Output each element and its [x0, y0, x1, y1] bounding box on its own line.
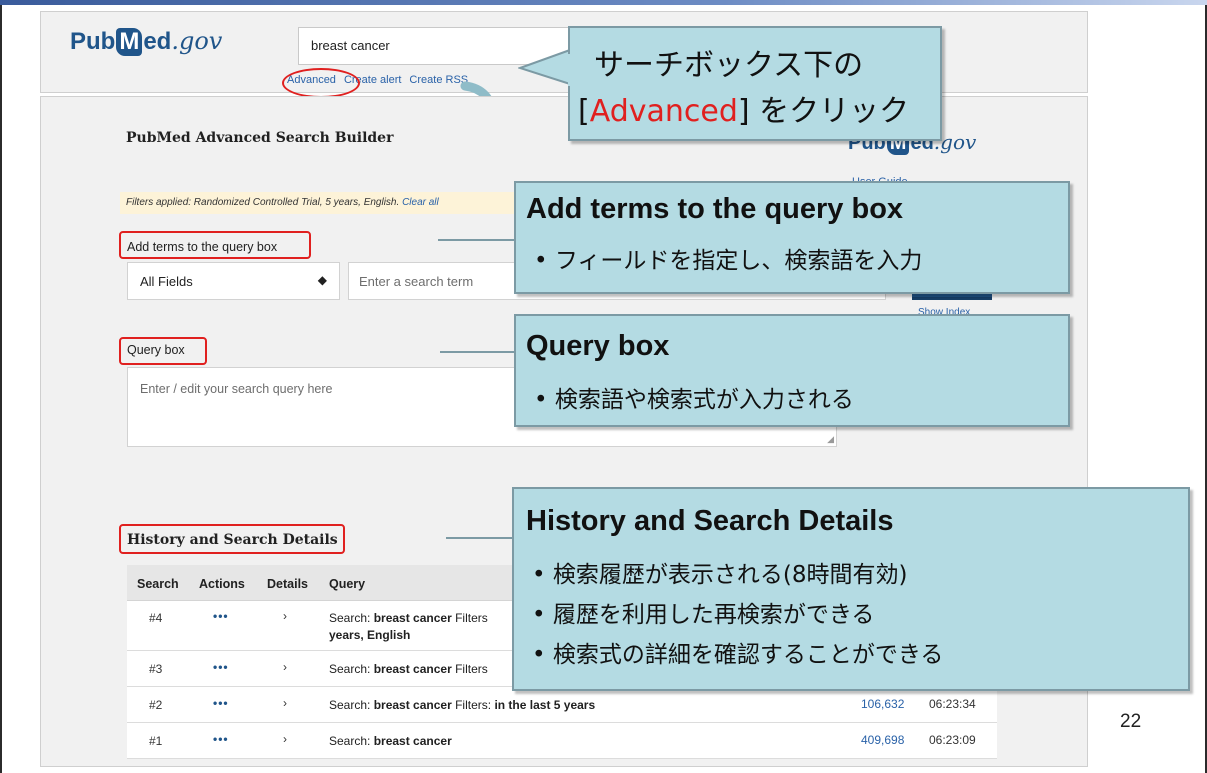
history-highlight: [119, 524, 345, 554]
row-number: #2: [149, 698, 163, 712]
filters-value: in the last 5 years: [494, 698, 596, 712]
actions-menu-icon[interactable]: •••: [213, 609, 229, 623]
callout-history-bullet: • 検索履歴が表示される(8時間有効): [532, 562, 908, 588]
column-query: Query: [329, 577, 366, 591]
query-prefix: Search:: [329, 611, 371, 625]
row-number: #4: [149, 611, 163, 625]
query-box-highlight: [119, 337, 207, 365]
callout-advanced: サーチボックス下の [Advanced] をクリック: [568, 26, 942, 141]
logo-mark-icon: M: [116, 28, 143, 56]
query-term: breast cancer: [373, 698, 452, 712]
sort-caret-icon: ◆: [317, 273, 327, 287]
callout-query-box: Query box • 検索語や検索式が入力される: [514, 314, 1070, 427]
query-prefix: Search:: [329, 662, 371, 676]
query-placeholder: Enter / edit your search query here: [140, 382, 333, 396]
page-title: PubMed Advanced Search Builder: [126, 130, 394, 146]
callout-history: History and Search Details • 検索履歴が表示される(…: [512, 487, 1190, 691]
actions-menu-icon[interactable]: •••: [213, 696, 229, 710]
page-number: 22: [1120, 711, 1142, 732]
pubmed-logo[interactable]: Pub Med.gov: [70, 27, 222, 56]
logo-gov: .gov: [171, 27, 223, 55]
result-count-link[interactable]: 106,632: [861, 697, 904, 711]
callout-advanced-line2: [Advanced] をクリック: [578, 86, 909, 130]
callout-pointer-joint: [568, 54, 572, 86]
chevron-right-icon[interactable]: ›: [283, 660, 287, 674]
row-query: Search: breast cancer Filters years, Engl…: [329, 610, 529, 644]
callout-add-terms-title: Add terms to the query box: [526, 193, 904, 225]
clear-filters-link[interactable]: Clear all: [402, 197, 439, 208]
callout-add-terms-bullet: • フィールドを指定し、検索語を入力: [534, 248, 923, 274]
callout-history-bullet: • 検索式の詳細を確認することができる: [532, 642, 944, 668]
query-term: breast cancer: [373, 662, 452, 676]
query-prefix: Search:: [329, 698, 371, 712]
search-time: 06:23:34: [929, 697, 976, 711]
chevron-right-icon[interactable]: ›: [283, 696, 287, 710]
row-number: #1: [149, 734, 163, 748]
column-details: Details: [267, 577, 308, 591]
chevron-right-icon[interactable]: ›: [283, 732, 287, 746]
callout-history-bullet: • 履歴を利用した再検索ができる: [532, 602, 875, 628]
column-actions: Actions: [199, 577, 245, 591]
query-term: breast cancer: [373, 734, 452, 748]
chevron-right-icon[interactable]: ›: [283, 609, 287, 623]
query-prefix: Search:: [329, 734, 371, 748]
filters-prefix: Filters:: [455, 698, 492, 712]
column-search: Search: [137, 577, 179, 591]
callout-advanced-rest: ] をクリック: [737, 94, 910, 129]
filters-applied-banner: Filters applied: Randomized Controlled T…: [120, 192, 520, 214]
result-count-link[interactable]: 409,698: [861, 733, 904, 747]
callout-query-box-title: Query box: [526, 330, 670, 362]
add-terms-highlight: [119, 231, 311, 259]
table-row: #2 ••• › Search: breast cancer Filters: …: [127, 687, 997, 723]
table-row: #1 ••• › Search: breast cancer 409,698 0…: [127, 723, 997, 759]
query-term: breast cancer: [373, 611, 452, 625]
connector-line: [440, 351, 516, 353]
resize-grip-icon[interactable]: ◢: [827, 434, 834, 445]
callout-advanced-line1: サーチボックス下の: [594, 48, 864, 83]
field-select-value: All Fields: [140, 274, 193, 289]
connector-line: [438, 239, 516, 241]
filters-text: Filters applied: Randomized Controlled T…: [126, 197, 400, 208]
actions-menu-icon[interactable]: •••: [213, 732, 229, 746]
callout-add-terms: Add terms to the query box • フィールドを指定し、検…: [514, 181, 1070, 294]
actions-menu-icon[interactable]: •••: [213, 660, 229, 674]
callout-advanced-highlight: Advanced: [589, 94, 738, 129]
field-select[interactable]: All Fields ◆: [127, 262, 340, 300]
slide-top-rule: [0, 0, 1207, 5]
filters-prefix: Filters: [455, 662, 488, 676]
filters-value: years, English: [329, 628, 411, 642]
row-number: #3: [149, 662, 163, 676]
connector-line: [446, 537, 514, 539]
callout-history-title: History and Search Details: [526, 505, 894, 537]
callout-query-box-bullet: • 検索語や検索式が入力される: [534, 387, 854, 413]
filters-prefix: Filters: [455, 611, 488, 625]
search-time: 06:23:09: [929, 733, 976, 747]
logo-text: ed: [143, 28, 172, 55]
logo-text: Pub: [70, 28, 116, 55]
callout-pointer-icon: [518, 48, 571, 86]
row-query: Search: breast cancer Filters: [329, 661, 529, 678]
bracket-open: [: [578, 94, 590, 129]
row-query: Search: breast cancer Filters: in the la…: [329, 697, 849, 714]
row-query: Search: breast cancer: [329, 733, 529, 750]
advanced-highlight-oval: [282, 68, 360, 98]
